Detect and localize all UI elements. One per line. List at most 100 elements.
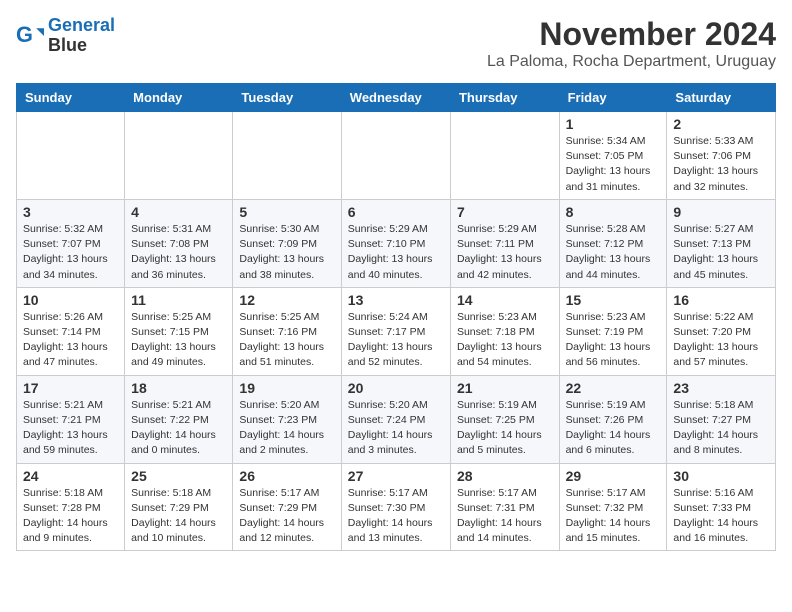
day-info: Sunrise: 5:23 AM Sunset: 7:19 PM Dayligh…: [566, 310, 661, 371]
day-info: Sunrise: 5:19 AM Sunset: 7:26 PM Dayligh…: [566, 398, 661, 459]
day-number: 17: [23, 380, 118, 396]
calendar-week-row: 17Sunrise: 5:21 AM Sunset: 7:21 PM Dayli…: [17, 375, 776, 463]
day-info: Sunrise: 5:20 AM Sunset: 7:23 PM Dayligh…: [239, 398, 334, 459]
day-info: Sunrise: 5:26 AM Sunset: 7:14 PM Dayligh…: [23, 310, 118, 371]
calendar-cell: 15 Sunrise: 5:23 AM Sunset: 7:19 PM Dayli…: [559, 287, 667, 375]
calendar-cell: 4 Sunrise: 5:31 AM Sunset: 7:08 PM Daylig…: [125, 199, 233, 287]
calendar-cell: 13 Sunrise: 5:24 AM Sunset: 7:17 PM Dayli…: [341, 287, 450, 375]
day-info: Sunrise: 5:18 AM Sunset: 7:28 PM Dayligh…: [23, 486, 118, 547]
weekday-header-cell: Wednesday: [341, 84, 450, 112]
day-info: Sunrise: 5:21 AM Sunset: 7:22 PM Dayligh…: [131, 398, 226, 459]
calendar-cell: 18 Sunrise: 5:21 AM Sunset: 7:22 PM Dayli…: [125, 375, 233, 463]
day-info: Sunrise: 5:17 AM Sunset: 7:32 PM Dayligh…: [566, 486, 661, 547]
svg-text:G: G: [16, 22, 33, 47]
day-number: 11: [131, 292, 226, 308]
logo-icon: G: [16, 22, 44, 50]
day-info: Sunrise: 5:33 AM Sunset: 7:06 PM Dayligh…: [673, 134, 769, 195]
day-number: 5: [239, 204, 334, 220]
day-info: Sunrise: 5:17 AM Sunset: 7:31 PM Dayligh…: [457, 486, 553, 547]
day-info: Sunrise: 5:32 AM Sunset: 7:07 PM Dayligh…: [23, 222, 118, 283]
weekday-header-cell: Monday: [125, 84, 233, 112]
day-number: 7: [457, 204, 553, 220]
day-info: Sunrise: 5:25 AM Sunset: 7:16 PM Dayligh…: [239, 310, 334, 371]
calendar-cell: 22Sunrise: 5:19 AM Sunset: 7:26 PM Dayli…: [559, 375, 667, 463]
day-info: Sunrise: 5:22 AM Sunset: 7:20 PM Dayligh…: [673, 310, 769, 371]
calendar-week-row: 24 Sunrise: 5:18 AM Sunset: 7:28 PM Dayli…: [17, 463, 776, 551]
calendar-body: 1 Sunrise: 5:34 AM Sunset: 7:05 PM Daylig…: [17, 112, 776, 551]
day-number: 8: [566, 204, 661, 220]
calendar-cell: [341, 112, 450, 200]
logo-text: General Blue: [48, 16, 115, 56]
calendar-cell: 6 Sunrise: 5:29 AM Sunset: 7:10 PM Daylig…: [341, 199, 450, 287]
calendar-cell: 24 Sunrise: 5:18 AM Sunset: 7:28 PM Dayli…: [17, 463, 125, 551]
day-number: 20: [348, 380, 444, 396]
calendar-cell: 23 Sunrise: 5:18 AM Sunset: 7:27 PM Dayli…: [667, 375, 776, 463]
day-number: 29: [566, 468, 661, 484]
day-number: 10: [23, 292, 118, 308]
calendar-cell: [125, 112, 233, 200]
day-info: Sunrise: 5:17 AM Sunset: 7:29 PM Dayligh…: [239, 486, 334, 547]
calendar-week-row: 1 Sunrise: 5:34 AM Sunset: 7:05 PM Daylig…: [17, 112, 776, 200]
day-number: 15: [566, 292, 661, 308]
day-info: Sunrise: 5:17 AM Sunset: 7:30 PM Dayligh…: [348, 486, 444, 547]
day-number: 12: [239, 292, 334, 308]
day-info: Sunrise: 5:29 AM Sunset: 7:10 PM Dayligh…: [348, 222, 444, 283]
calendar-week-row: 3 Sunrise: 5:32 AM Sunset: 7:07 PM Daylig…: [17, 199, 776, 287]
title-area: November 2024 La Paloma, Rocha Departmen…: [487, 16, 776, 71]
day-info: Sunrise: 5:30 AM Sunset: 7:09 PM Dayligh…: [239, 222, 334, 283]
day-number: 27: [348, 468, 444, 484]
day-number: 9: [673, 204, 769, 220]
calendar-cell: 9 Sunrise: 5:27 AM Sunset: 7:13 PM Daylig…: [667, 199, 776, 287]
day-info: Sunrise: 5:20 AM Sunset: 7:24 PM Dayligh…: [348, 398, 444, 459]
calendar-cell: 30Sunrise: 5:16 AM Sunset: 7:33 PM Dayli…: [667, 463, 776, 551]
calendar-cell: 8Sunrise: 5:28 AM Sunset: 7:12 PM Daylig…: [559, 199, 667, 287]
calendar-cell: 20 Sunrise: 5:20 AM Sunset: 7:24 PM Dayli…: [341, 375, 450, 463]
day-info: Sunrise: 5:27 AM Sunset: 7:13 PM Dayligh…: [673, 222, 769, 283]
day-info: Sunrise: 5:24 AM Sunset: 7:17 PM Dayligh…: [348, 310, 444, 371]
weekday-header-cell: Friday: [559, 84, 667, 112]
calendar-cell: 28Sunrise: 5:17 AM Sunset: 7:31 PM Dayli…: [450, 463, 559, 551]
calendar-cell: 21Sunrise: 5:19 AM Sunset: 7:25 PM Dayli…: [450, 375, 559, 463]
calendar-cell: 2 Sunrise: 5:33 AM Sunset: 7:06 PM Daylig…: [667, 112, 776, 200]
day-info: Sunrise: 5:31 AM Sunset: 7:08 PM Dayligh…: [131, 222, 226, 283]
day-info: Sunrise: 5:19 AM Sunset: 7:25 PM Dayligh…: [457, 398, 553, 459]
calendar-cell: [450, 112, 559, 200]
day-number: 24: [23, 468, 118, 484]
day-number: 23: [673, 380, 769, 396]
day-number: 3: [23, 204, 118, 220]
calendar-cell: 7Sunrise: 5:29 AM Sunset: 7:11 PM Daylig…: [450, 199, 559, 287]
day-number: 4: [131, 204, 226, 220]
day-info: Sunrise: 5:34 AM Sunset: 7:05 PM Dayligh…: [566, 134, 661, 195]
day-number: 19: [239, 380, 334, 396]
calendar-cell: 29 Sunrise: 5:17 AM Sunset: 7:32 PM Dayli…: [559, 463, 667, 551]
weekday-header-row: SundayMondayTuesdayWednesdayThursdayFrid…: [17, 84, 776, 112]
weekday-header-cell: Thursday: [450, 84, 559, 112]
month-title: November 2024: [487, 16, 776, 53]
weekday-header-cell: Sunday: [17, 84, 125, 112]
calendar-cell: 10 Sunrise: 5:26 AM Sunset: 7:14 PM Dayli…: [17, 287, 125, 375]
day-info: Sunrise: 5:25 AM Sunset: 7:15 PM Dayligh…: [131, 310, 226, 371]
calendar-cell: 1 Sunrise: 5:34 AM Sunset: 7:05 PM Daylig…: [559, 112, 667, 200]
calendar-cell: 12 Sunrise: 5:25 AM Sunset: 7:16 PM Dayli…: [233, 287, 341, 375]
calendar-cell: 11 Sunrise: 5:25 AM Sunset: 7:15 PM Dayli…: [125, 287, 233, 375]
day-number: 13: [348, 292, 444, 308]
day-number: 26: [239, 468, 334, 484]
calendar-cell: 3 Sunrise: 5:32 AM Sunset: 7:07 PM Daylig…: [17, 199, 125, 287]
day-number: 25: [131, 468, 226, 484]
day-info: Sunrise: 5:18 AM Sunset: 7:27 PM Dayligh…: [673, 398, 769, 459]
calendar-cell: 27 Sunrise: 5:17 AM Sunset: 7:30 PM Dayli…: [341, 463, 450, 551]
day-number: 6: [348, 204, 444, 220]
day-number: 1: [566, 116, 661, 132]
header: G General Blue November 2024 La Paloma, …: [16, 16, 776, 71]
calendar-cell: 17Sunrise: 5:21 AM Sunset: 7:21 PM Dayli…: [17, 375, 125, 463]
day-number: 18: [131, 380, 226, 396]
day-number: 2: [673, 116, 769, 132]
calendar-cell: 5 Sunrise: 5:30 AM Sunset: 7:09 PM Daylig…: [233, 199, 341, 287]
calendar: SundayMondayTuesdayWednesdayThursdayFrid…: [16, 83, 776, 551]
calendar-week-row: 10 Sunrise: 5:26 AM Sunset: 7:14 PM Dayli…: [17, 287, 776, 375]
calendar-cell: [233, 112, 341, 200]
day-number: 30: [673, 468, 769, 484]
location-title: La Paloma, Rocha Department, Uruguay: [487, 53, 776, 71]
day-info: Sunrise: 5:18 AM Sunset: 7:29 PM Dayligh…: [131, 486, 226, 547]
weekday-header-cell: Saturday: [667, 84, 776, 112]
